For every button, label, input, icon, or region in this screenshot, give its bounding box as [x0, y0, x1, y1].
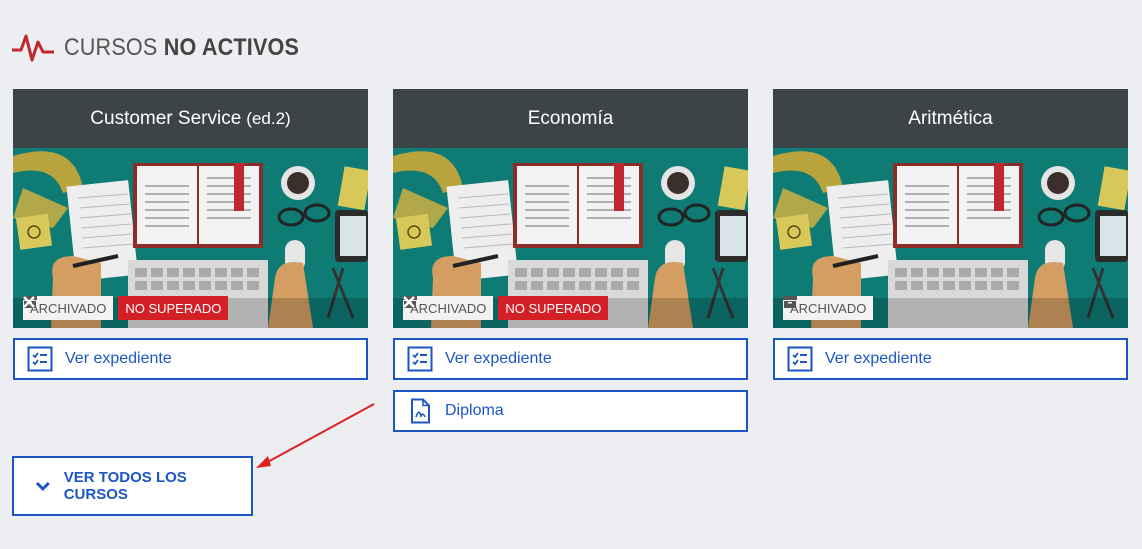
pdf-document-icon	[411, 398, 430, 424]
archived-badge: ARCHIVADO	[783, 296, 874, 320]
course-title[interactable]: Economía	[393, 89, 748, 148]
activity-pulse-icon	[12, 34, 54, 62]
archive-box-icon	[783, 296, 797, 308]
checklist-icon	[787, 346, 813, 372]
annotation-arrow	[256, 403, 375, 468]
course-image[interactable]: ARCHIVADO NO SUPERADO	[13, 148, 368, 328]
view-record-button[interactable]: Ver expediente	[13, 338, 368, 380]
course-card-economia: Economía ARCHIVADO NO SUPERADO Ver exped…	[393, 89, 748, 432]
course-card-aritmetica: Aritmética ARCHIVADO Ver expediente	[773, 89, 1128, 380]
course-image[interactable]: ARCHIVADO NO SUPERADO	[393, 148, 748, 328]
view-all-courses-button[interactable]: VER TODOS LOS CURSOS	[12, 456, 253, 516]
archived-badge: ARCHIVADO	[403, 296, 494, 320]
course-card-customer-service: Customer Service (ed.2) ARCHIVADO NO SUPE…	[13, 89, 368, 380]
not-passed-badge: NO SUPERADO	[403, 296, 609, 320]
not-passed-badge: NO SUPERADO	[23, 296, 229, 320]
course-image[interactable]: ARCHIVADO	[773, 148, 1128, 328]
close-x-icon	[23, 296, 35, 308]
checklist-icon	[407, 346, 433, 372]
checklist-icon	[27, 346, 53, 372]
diploma-button[interactable]: Diploma	[393, 390, 748, 432]
course-edition: (ed.2)	[246, 108, 291, 128]
close-x-icon	[403, 296, 415, 308]
view-record-button[interactable]: Ver expediente	[393, 338, 748, 380]
course-title[interactable]: Aritmética	[773, 89, 1128, 148]
course-title[interactable]: Customer Service (ed.2)	[13, 89, 368, 148]
chevron-down-icon	[36, 482, 50, 491]
section-header: CURSOS NO ACTIVOS	[12, 30, 325, 66]
archived-badge: ARCHIVADO	[23, 296, 114, 320]
section-title: CURSOS NO ACTIVOS	[64, 34, 300, 61]
view-record-button[interactable]: Ver expediente	[773, 338, 1128, 380]
